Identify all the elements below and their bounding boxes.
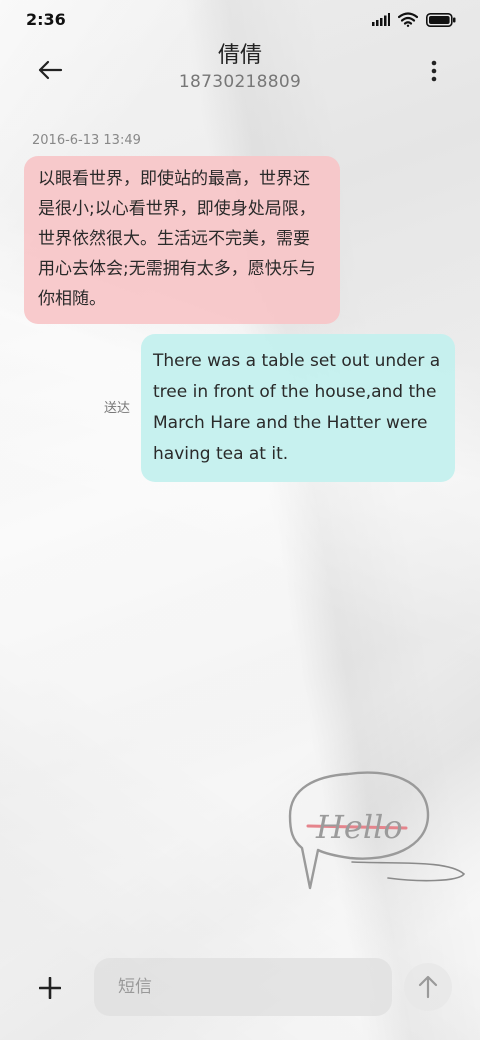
status-time: 2:36	[26, 10, 66, 29]
contact-name: 倩倩	[217, 43, 262, 68]
wifi-icon	[398, 12, 418, 27]
more-options-button[interactable]	[422, 56, 446, 86]
contact-title: 倩倩 18730218809	[0, 42, 480, 94]
hello-speech-bubble-sticker: Hello	[288, 771, 466, 890]
plus-icon	[39, 977, 61, 999]
composer-bar	[0, 950, 480, 1030]
battery-icon	[426, 12, 456, 27]
message-timestamp: 2016-6-13 13:49	[32, 133, 141, 148]
incoming-message-bubble[interactable]: 以眼看世界，即使站的最高，世界还是很小;以心看世界，即使身处局限，世界依然很大。…	[24, 156, 340, 324]
add-attachment-button[interactable]	[30, 968, 70, 1008]
conversation-header: 倩倩 18730218809	[0, 40, 480, 100]
more-vertical-icon	[431, 60, 437, 82]
contact-number: 18730218809	[178, 72, 302, 92]
send-button[interactable]	[404, 963, 452, 1011]
sticker-text: Hello	[315, 808, 403, 846]
status-bar: 2:36	[0, 0, 480, 40]
delivery-status: 送达	[104, 401, 131, 416]
message-input[interactable]	[94, 958, 392, 1016]
arrow-up-icon	[418, 975, 438, 999]
outgoing-message-bubble[interactable]: There was a table set out under a tree i…	[141, 334, 455, 482]
signal-icon	[372, 13, 390, 26]
status-icons	[372, 12, 456, 27]
